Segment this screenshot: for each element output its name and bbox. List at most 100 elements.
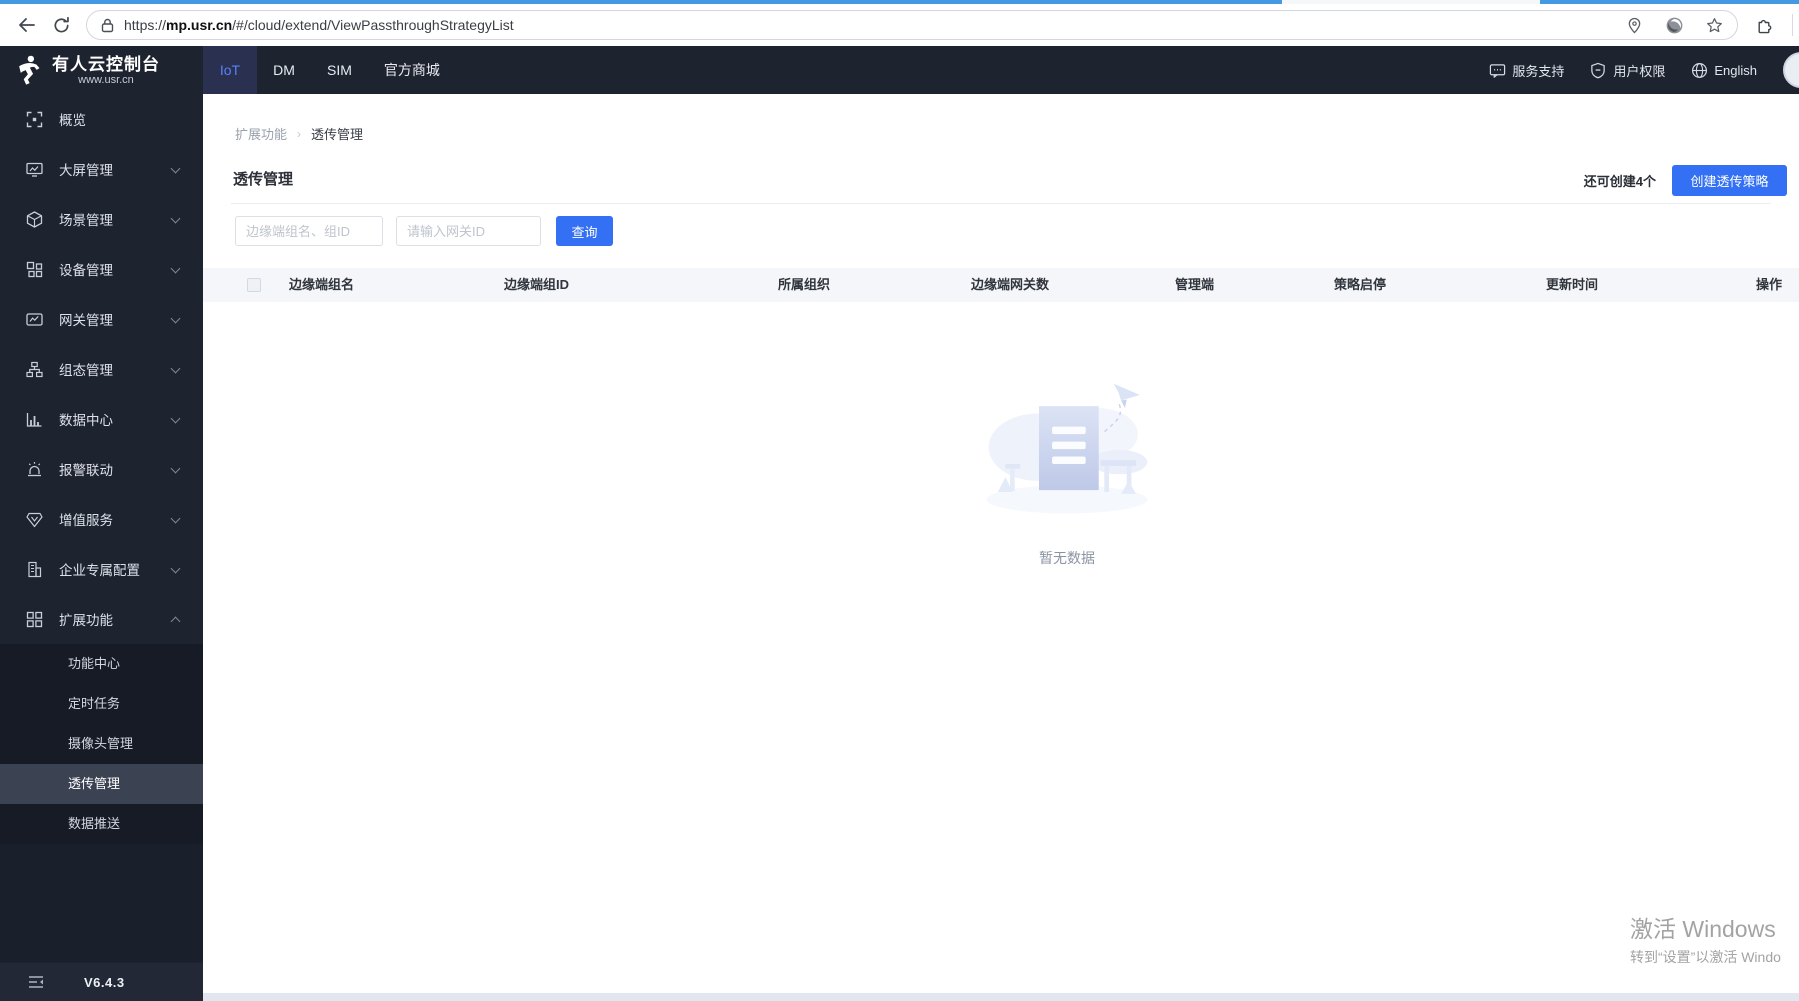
device-squares-icon <box>26 261 43 278</box>
bar-chart-icon <box>26 411 43 428</box>
sidebar-item-configuration[interactable]: 组态管理 <box>0 344 203 394</box>
collapse-sidebar-icon[interactable] <box>28 975 44 989</box>
submenu-item-scheduled-tasks[interactable]: 定时任务 <box>0 684 203 724</box>
sidebar-footer: V6.4.3 <box>0 963 203 1001</box>
tab-sim[interactable]: SIM <box>311 46 368 94</box>
service-support-label: 服务支持 <box>1512 63 1565 79</box>
user-avatar[interactable] <box>1783 52 1799 88</box>
empty-state-text: 暂无数据 <box>1039 550 1095 566</box>
refresh-icon[interactable] <box>44 8 78 42</box>
submenu-item-camera-management[interactable]: 摄像头管理 <box>0 724 203 764</box>
shield-icon <box>1590 62 1607 79</box>
globe-icon <box>1691 62 1708 79</box>
alarm-siren-icon <box>26 461 43 478</box>
select-all-checkbox[interactable] <box>247 278 261 292</box>
breadcrumb-parent[interactable]: 扩展功能 <box>235 124 287 143</box>
extension-logo-icon[interactable] <box>1661 12 1687 38</box>
sidebar-item-alarm[interactable]: 报警联动 <box>0 444 203 494</box>
chevron-down-icon <box>170 563 181 574</box>
favorite-star-icon[interactable] <box>1701 12 1727 38</box>
column-header-gateway-count: 边缘端网关数 <box>971 277 1050 292</box>
watermark-line1: 激活 Windows <box>1630 916 1776 942</box>
grid-apps-icon <box>26 611 43 628</box>
building-icon <box>26 561 43 578</box>
scene-cube-icon <box>26 210 43 228</box>
breadcrumb: 扩展功能 › 透传管理 <box>235 124 363 143</box>
toolbar-separator <box>1792 14 1793 36</box>
edge-group-search-input[interactable] <box>235 216 383 246</box>
chevron-down-icon <box>170 163 181 174</box>
column-header-organization: 所属组织 <box>778 277 831 292</box>
sidebar-item-overview[interactable]: 概览 <box>0 94 203 144</box>
sidebar-filler <box>0 844 203 962</box>
chevron-down-icon <box>170 313 181 324</box>
bigscreen-icon <box>26 161 43 178</box>
value-badge-icon <box>26 511 43 528</box>
column-header-edge-group-name: 边缘端组名 <box>289 277 355 292</box>
column-header-edge-group-id: 边缘端组ID <box>504 277 570 292</box>
chevron-down-icon <box>170 413 181 424</box>
sidebar-item-scene[interactable]: 场景管理 <box>0 194 203 244</box>
sidebar-item-bigscreen[interactable]: 大屏管理 <box>0 144 203 194</box>
chat-bubble-icon <box>1489 62 1506 79</box>
gateway-id-search-input[interactable] <box>396 216 541 246</box>
url-text: https://mp.usr.cn/#/cloud/extend/ViewPas… <box>124 17 514 33</box>
empty-illustration <box>986 383 1148 514</box>
chevron-down-icon <box>170 213 181 224</box>
create-passthrough-strategy-button[interactable]: 创建透传策略 <box>1672 165 1787 196</box>
back-icon[interactable] <box>10 8 44 42</box>
query-button[interactable]: 查询 <box>556 216 613 246</box>
sidebar-item-device[interactable]: 设备管理 <box>0 244 203 294</box>
language-label: English <box>1714 62 1757 78</box>
sidebar-item-vas[interactable]: 增值服务 <box>0 494 203 544</box>
empty-state: 暂无数据 <box>981 380 1153 568</box>
app-version: V6.4.3 <box>84 974 125 990</box>
app-logo[interactable]: 有人云控制台 www.usr.cn <box>0 46 203 94</box>
sidebar-item-extend[interactable]: 扩展功能 <box>0 594 203 644</box>
column-header-actions: 操作 <box>1756 277 1783 292</box>
extensions-puzzle-icon[interactable] <box>1748 8 1782 42</box>
chevron-down-icon <box>170 513 181 524</box>
overview-scan-icon <box>26 111 43 128</box>
user-permissions-label: 用户权限 <box>1613 63 1666 79</box>
extend-submenu: 功能中心 定时任务 摄像头管理 透传管理 数据推送 <box>0 644 203 844</box>
browser-toolbar: https://mp.usr.cn/#/cloud/extend/ViewPas… <box>0 4 1799 46</box>
breadcrumb-separator-icon: › <box>297 126 302 141</box>
gateway-monitor-icon <box>26 311 43 328</box>
lock-icon <box>101 18 114 33</box>
submenu-item-function-center[interactable]: 功能中心 <box>0 644 203 684</box>
service-support-link[interactable]: 服务支持 <box>1489 61 1564 80</box>
submenu-item-passthrough-management[interactable]: 透传管理 <box>0 764 203 804</box>
windows-activation-watermark: 激活 Windows 转到“设置”以激活 Windo <box>1630 910 1781 967</box>
sidebar-item-enterprise[interactable]: 企业专属配置 <box>0 544 203 594</box>
column-header-update-time: 更新时间 <box>1546 277 1599 292</box>
watermark-line2: 转到“设置”以激活 Windo <box>1630 949 1781 965</box>
user-permissions-link[interactable]: 用户权限 <box>1590 61 1665 80</box>
sidebar-item-datacenter[interactable]: 数据中心 <box>0 394 203 444</box>
app-header: 有人云控制台 www.usr.cn IoT DM SIM 官方商城 服务支持 用… <box>0 46 1799 94</box>
chevron-down-icon <box>170 263 181 274</box>
address-bar[interactable]: https://mp.usr.cn/#/cloud/extend/ViewPas… <box>86 10 1738 40</box>
remaining-quota-text: 还可创建4个 <box>1583 174 1656 189</box>
filter-row: 查询 <box>235 216 613 246</box>
sidebar-item-gateway[interactable]: 网关管理 <box>0 294 203 344</box>
sidebar: 概览 大屏管理 场景管理 设备管理 网关管理 组态管理 数据中心 报警联动 增值… <box>0 94 203 1001</box>
tab-iot[interactable]: IoT <box>203 46 257 94</box>
tab-official-mall[interactable]: 官方商城 <box>368 46 456 94</box>
page-title: 透传管理 <box>233 171 294 188</box>
bottom-edge-strip <box>203 993 1799 1001</box>
table-header-row: 边缘端组名 边缘端组ID 所属组织 边缘端网关数 管理端 策略启停 更新时间 操… <box>203 268 1799 302</box>
chevron-down-icon <box>170 463 181 474</box>
location-pin-icon[interactable] <box>1621 12 1647 38</box>
header-right: 服务支持 用户权限 English <box>1489 46 1799 94</box>
header-tabs: IoT DM SIM 官方商城 <box>203 46 456 94</box>
chevron-up-icon <box>170 616 181 627</box>
submenu-item-data-push[interactable]: 数据推送 <box>0 804 203 844</box>
usr-logo-icon <box>14 54 44 86</box>
tab-dm[interactable]: DM <box>257 46 311 94</box>
language-switch[interactable]: English <box>1691 62 1757 79</box>
breadcrumb-current: 透传管理 <box>311 127 364 142</box>
logo-title: 有人云控制台 <box>52 54 160 74</box>
title-divider <box>231 203 1771 204</box>
chevron-down-icon <box>170 363 181 374</box>
